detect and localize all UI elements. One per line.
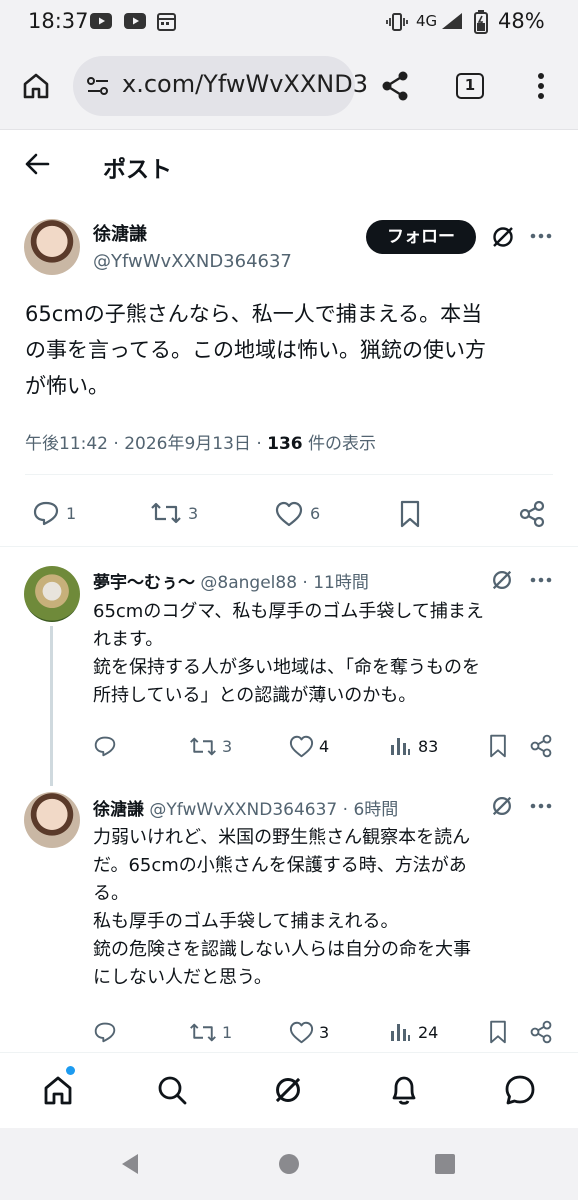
- like-count: 4: [319, 737, 330, 756]
- battery-percent: 48%: [498, 9, 545, 33]
- reply-icon[interactable]: [32, 500, 60, 526]
- repost-count: 3: [222, 737, 233, 756]
- back-icon[interactable]: [118, 1152, 142, 1176]
- reply-text: 65cmのコグマ、私も厚手のゴム手袋して捕まえ れます。 銃を保持する人が多い地…: [93, 601, 484, 706]
- back-arrow-icon[interactable]: [24, 152, 50, 176]
- divider: [25, 474, 553, 475]
- reply-text: 力弱いけれど、米国の野生熊さん観察本を読ん だ。65cmの小熊さんを保護する時、…: [93, 827, 471, 988]
- reply-count: 1: [66, 504, 77, 523]
- avatar[interactable]: [24, 792, 80, 848]
- thread-line: [50, 626, 53, 786]
- vibrate-icon: [386, 12, 408, 32]
- author-handle[interactable]: @YfwWvXXND364637: [93, 251, 292, 272]
- avatar[interactable]: [24, 566, 80, 622]
- views-count: 83: [418, 737, 439, 756]
- views-label: 件の表示: [302, 434, 377, 454]
- share-icon[interactable]: [529, 1020, 553, 1044]
- notifications-icon[interactable]: [388, 1073, 420, 1107]
- post-text: 65cmの子熊さんなら、私一人で捕まえる。本当 の事を言ってる。この地域は怖い。…: [25, 302, 486, 398]
- signal-icon: [440, 11, 464, 31]
- author-name[interactable]: 徐溏謙: [93, 220, 147, 246]
- home-button-icon[interactable]: [278, 1153, 300, 1175]
- reply-icon[interactable]: [93, 735, 117, 757]
- bookmark-icon[interactable]: [488, 734, 508, 758]
- grok-icon[interactable]: [272, 1074, 304, 1106]
- recents-icon[interactable]: [434, 1153, 456, 1175]
- grok-icon[interactable]: [490, 568, 514, 592]
- post-meta: 午後11:42 · 2026年9月13日 · 136 件の表示: [25, 429, 376, 454]
- url-text[interactable]: x.com/YfwWvXXND3: [122, 70, 368, 98]
- more-vertical-icon[interactable]: [536, 72, 546, 100]
- reply-author-name[interactable]: 徐溏謙: [93, 800, 144, 820]
- youtube-icon: [90, 13, 112, 29]
- grok-icon[interactable]: [490, 794, 514, 818]
- avatar[interactable]: [24, 219, 80, 275]
- reply-handle-time[interactable]: @YfwWvXXND364637 · 6時間: [149, 800, 398, 820]
- home-icon[interactable]: [42, 1074, 74, 1106]
- more-horizontal-icon[interactable]: [530, 803, 552, 809]
- calendar-icon: [157, 12, 176, 31]
- repost-icon[interactable]: [150, 501, 182, 525]
- bookmark-icon[interactable]: [488, 1020, 508, 1044]
- more-horizontal-icon[interactable]: [530, 577, 552, 583]
- like-icon[interactable]: [275, 501, 303, 527]
- reply-handle-time[interactable]: @8angel88 · 11時間: [200, 573, 368, 593]
- like-count: 6: [310, 504, 321, 523]
- more-horizontal-icon[interactable]: [530, 233, 552, 239]
- bookmark-icon[interactable]: [399, 500, 421, 528]
- grok-icon[interactable]: [490, 224, 516, 250]
- youtube-icon: [124, 13, 146, 29]
- network-type: 4G: [416, 12, 438, 30]
- post-time[interactable]: 午後11:42 · 2026年9月13日 ·: [25, 434, 267, 454]
- reply-header: 夢宇〜むぅ〜 @8angel88 · 11時間: [93, 568, 369, 593]
- status-time: 18:37: [28, 9, 89, 33]
- reply-icon[interactable]: [93, 1021, 117, 1043]
- share-icon[interactable]: [380, 70, 410, 102]
- site-settings-icon[interactable]: [86, 75, 110, 97]
- home-icon[interactable]: [22, 72, 50, 100]
- repost-icon[interactable]: [189, 1022, 217, 1043]
- notification-dot: [66, 1066, 75, 1075]
- like-icon[interactable]: [289, 735, 314, 758]
- repost-icon[interactable]: [189, 736, 217, 757]
- reply-header: 徐溏謙 @YfwWvXXND364637 · 6時間: [93, 795, 398, 820]
- messages-icon[interactable]: [503, 1073, 537, 1107]
- page-title: ポスト: [103, 157, 172, 183]
- reply-author-name[interactable]: 夢宇〜むぅ〜: [93, 573, 195, 593]
- tab-count[interactable]: 1: [456, 76, 484, 94]
- divider: [0, 546, 578, 547]
- views-count: 136: [267, 434, 303, 454]
- views-icon[interactable]: [389, 1021, 411, 1043]
- like-count: 3: [319, 1023, 330, 1042]
- follow-button[interactable]: フォロー: [366, 220, 476, 254]
- repost-count: 1: [222, 1023, 233, 1042]
- views-count: 24: [418, 1023, 439, 1042]
- like-icon[interactable]: [289, 1021, 314, 1044]
- battery-icon: [474, 10, 488, 34]
- share-icon[interactable]: [529, 734, 553, 758]
- search-icon[interactable]: [156, 1074, 188, 1106]
- share-icon[interactable]: [518, 500, 546, 528]
- repost-count: 3: [188, 504, 199, 523]
- views-icon[interactable]: [389, 735, 411, 757]
